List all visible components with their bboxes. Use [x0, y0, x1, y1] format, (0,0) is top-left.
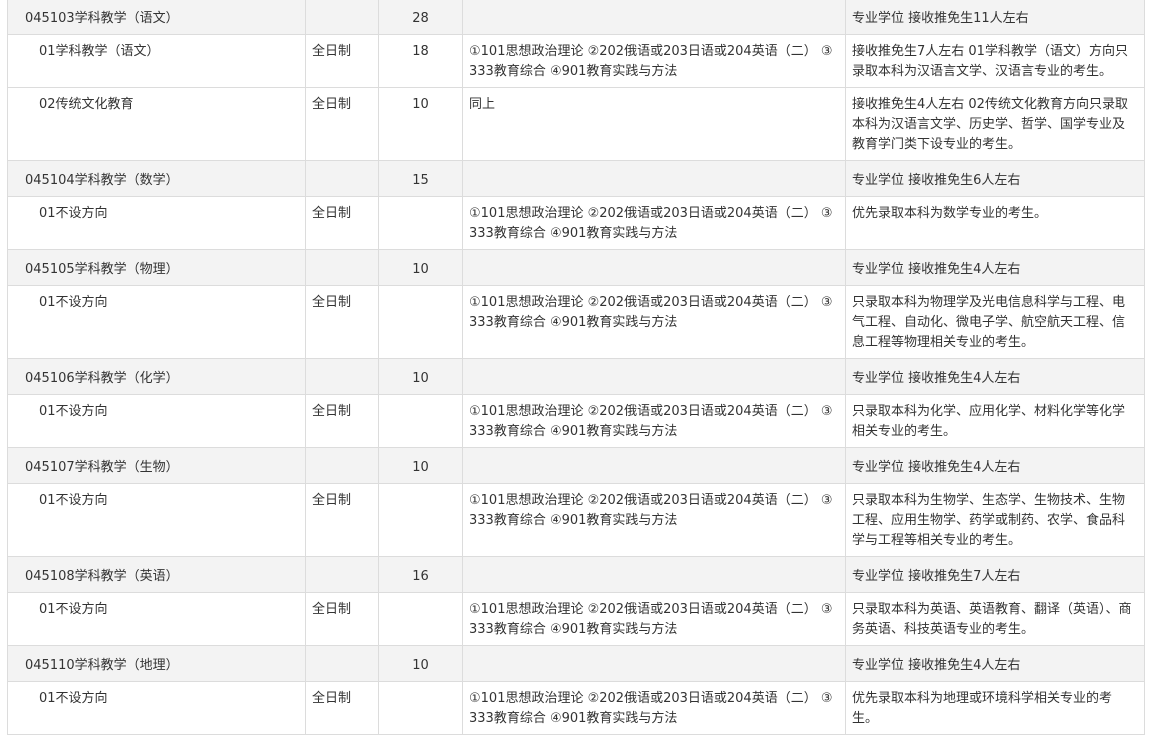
study-mode-cell: 全日制 [306, 197, 379, 249]
program-group-row: 045107学科教学（生物） 10 专业学位 接收推免生4人左右 [8, 448, 1145, 484]
exam-subjects-cell [463, 359, 846, 394]
study-mode-cell: 全日制 [306, 395, 379, 447]
program-name-cell: 01不设方向 [8, 286, 306, 358]
study-mode-cell [306, 161, 379, 196]
exam-subjects-cell: ①101思想政治理论 ②202俄语或203日语或204英语（二） ③333教育综… [463, 286, 846, 358]
program-group-row: 045110学科教学（地理） 10 专业学位 接收推免生4人左右 [8, 646, 1145, 682]
program-group-row: 045108学科教学（英语） 16 专业学位 接收推免生7人左右 [8, 557, 1145, 593]
study-mode-cell [306, 448, 379, 483]
remarks-cell: 优先录取本科为地理或环境科学相关专业的考生。 [846, 682, 1145, 734]
table-row: 01不设方向 全日制 ①101思想政治理论 ②202俄语或203日语或204英语（二… [8, 593, 1145, 646]
remarks-cell: 只录取本科为英语、英语教育、翻译（英语）、商务英语、科技英语专业的考生。 [846, 593, 1145, 645]
enrollment-count-cell: 18 [379, 35, 463, 87]
exam-subjects-cell: ①101思想政治理论 ②202俄语或203日语或204英语（二） ③333教育综… [463, 682, 846, 734]
exam-subjects-cell: ①101思想政治理论 ②202俄语或203日语或204英语（二） ③333教育综… [463, 197, 846, 249]
exam-subjects-cell: ①101思想政治理论 ②202俄语或203日语或204英语（二） ③333教育综… [463, 593, 846, 645]
program-name-cell: 01不设方向 [8, 197, 306, 249]
remarks-cell: 只录取本科为生物学、生态学、生物技术、生物工程、应用生物学、药学或制药、农学、食… [846, 484, 1145, 556]
remarks-cell: 专业学位 接收推免生4人左右 [846, 359, 1145, 394]
enrollment-count-cell: 16 [379, 557, 463, 592]
enrollment-count-cell [379, 593, 463, 645]
exam-subjects-cell: ①101思想政治理论 ②202俄语或203日语或204英语（二） ③333教育综… [463, 484, 846, 556]
program-group-row: 045104学科教学（数学） 15 专业学位 接收推免生6人左右 [8, 161, 1145, 197]
study-mode-cell [306, 557, 379, 592]
remarks-cell: 接收推免生7人左右 01学科教学（语文）方向只录取本科为汉语言文学、汉语言专业的… [846, 35, 1145, 87]
exam-subjects-cell [463, 557, 846, 592]
enrollment-count-cell: 15 [379, 161, 463, 196]
program-name-cell: 01不设方向 [8, 395, 306, 447]
program-group-row: 045105学科教学（物理） 10 专业学位 接收推免生4人左右 [8, 250, 1145, 286]
exam-subjects-cell: ①101思想政治理论 ②202俄语或203日语或204英语（二） ③333教育综… [463, 395, 846, 447]
enrollment-count-cell [379, 286, 463, 358]
table-row: 01不设方向 全日制 ①101思想政治理论 ②202俄语或203日语或204英语（二… [8, 197, 1145, 250]
study-mode-cell: 全日制 [306, 35, 379, 87]
program-name-cell: 045103学科教学（语文） [8, 0, 306, 34]
enrollment-count-cell [379, 484, 463, 556]
remarks-cell: 专业学位 接收推免生4人左右 [846, 250, 1145, 285]
enrollment-count-cell [379, 197, 463, 249]
exam-subjects-cell [463, 250, 846, 285]
enrollment-count-cell: 28 [379, 0, 463, 34]
program-group-row: 045103学科教学（语文） 28 专业学位 接收推免生11人左右 [8, 0, 1145, 35]
program-name-cell: 02传统文化教育 [8, 88, 306, 160]
exam-subjects-cell: 同上 [463, 88, 846, 160]
exam-subjects-cell: ①101思想政治理论 ②202俄语或203日语或204英语（二） ③333教育综… [463, 35, 846, 87]
study-mode-cell: 全日制 [306, 593, 379, 645]
enrollment-count-cell: 10 [379, 359, 463, 394]
program-name-cell: 045108学科教学（英语） [8, 557, 306, 592]
enrollment-count-cell: 10 [379, 250, 463, 285]
program-name-cell: 045107学科教学（生物） [8, 448, 306, 483]
enrollment-count-cell: 10 [379, 88, 463, 160]
remarks-cell: 专业学位 接收推免生4人左右 [846, 448, 1145, 483]
study-mode-cell: 全日制 [306, 286, 379, 358]
study-mode-cell [306, 0, 379, 34]
remarks-cell: 只录取本科为物理学及光电信息科学与工程、电气工程、自动化、微电子学、航空航天工程… [846, 286, 1145, 358]
remarks-cell: 接收推免生4人左右 02传统文化教育方向只录取本科为汉语言文学、历史学、哲学、国… [846, 88, 1145, 160]
remarks-cell: 专业学位 接收推免生4人左右 [846, 646, 1145, 681]
table-row: 02传统文化教育 全日制 10 同上 接收推免生4人左右 02传统文化教育方向只录取本科… [8, 88, 1145, 161]
program-name-cell: 01不设方向 [8, 593, 306, 645]
remarks-cell: 只录取本科为化学、应用化学、材料化学等化学相关专业的考生。 [846, 395, 1145, 447]
remarks-cell: 专业学位 接收推免生7人左右 [846, 557, 1145, 592]
program-name-cell: 01不设方向 [8, 484, 306, 556]
study-mode-cell: 全日制 [306, 484, 379, 556]
program-name-cell: 045110学科教学（地理） [8, 646, 306, 681]
study-mode-cell: 全日制 [306, 682, 379, 734]
program-name-cell: 01学科教学（语文） [8, 35, 306, 87]
study-mode-cell [306, 359, 379, 394]
exam-subjects-cell [463, 448, 846, 483]
exam-subjects-cell [463, 0, 846, 34]
program-name-cell: 045106学科教学（化学） [8, 359, 306, 394]
enrollment-count-cell [379, 682, 463, 734]
table-row: 01不设方向 全日制 ①101思想政治理论 ②202俄语或203日语或204英语（二… [8, 395, 1145, 448]
enrollment-count-cell [379, 395, 463, 447]
enrollment-count-cell: 10 [379, 646, 463, 681]
remarks-cell: 优先录取本科为数学专业的考生。 [846, 197, 1145, 249]
study-mode-cell: 全日制 [306, 88, 379, 160]
program-name-cell: 01不设方向 [8, 682, 306, 734]
enrollment-count-cell: 10 [379, 448, 463, 483]
remarks-cell: 专业学位 接收推免生11人左右 [846, 0, 1145, 34]
exam-subjects-cell [463, 161, 846, 196]
table-row: 01不设方向 全日制 ①101思想政治理论 ②202俄语或203日语或204英语（二… [8, 682, 1145, 735]
program-group-row: 045106学科教学（化学） 10 专业学位 接收推免生4人左右 [8, 359, 1145, 395]
study-mode-cell [306, 250, 379, 285]
table-row: 01学科教学（语文） 全日制 18 ①101思想政治理论 ②202俄语或203日语或2… [8, 35, 1145, 88]
program-name-cell: 045104学科教学（数学） [8, 161, 306, 196]
program-name-cell: 045105学科教学（物理） [8, 250, 306, 285]
table-row: 01不设方向 全日制 ①101思想政治理论 ②202俄语或203日语或204英语（二… [8, 484, 1145, 557]
remarks-cell: 专业学位 接收推免生6人左右 [846, 161, 1145, 196]
exam-subjects-cell [463, 646, 846, 681]
table-row: 01不设方向 全日制 ①101思想政治理论 ②202俄语或203日语或204英语（二… [8, 286, 1145, 359]
study-mode-cell [306, 646, 379, 681]
admissions-table: 045103学科教学（语文） 28 专业学位 接收推免生11人左右 01学科教学（语文… [7, 0, 1145, 735]
